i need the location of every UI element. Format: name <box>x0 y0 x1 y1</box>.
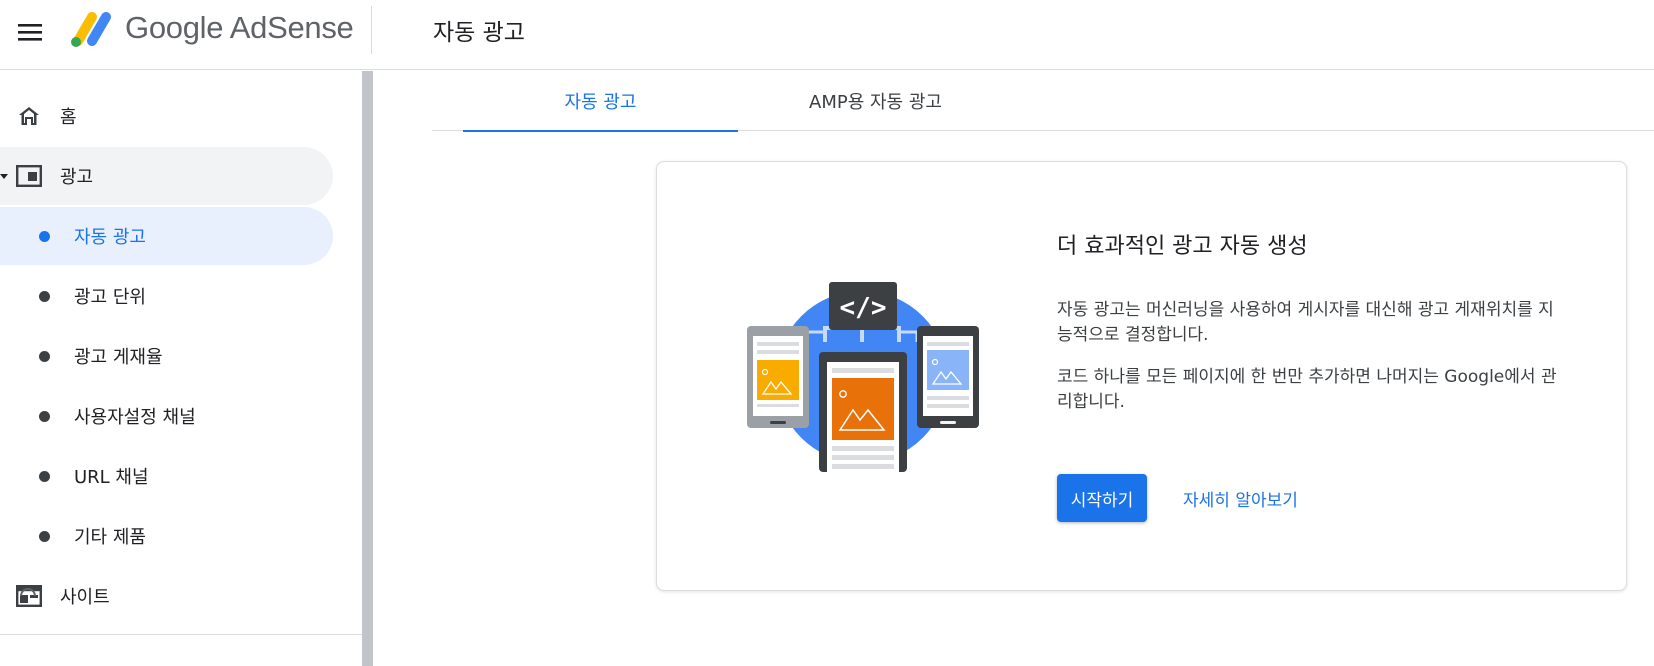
page-title: 자동 광고 <box>433 20 525 46</box>
sidebar-item-other-products[interactable]: 기타 제품 <box>0 507 333 565</box>
home-icon <box>16 103 42 129</box>
card-description: 자동 광고는 머신러닝을 사용하여 게시자를 대신해 광고 게재위치를 지능적으… <box>1057 300 1554 345</box>
bullet-dot-icon <box>39 411 50 422</box>
auto-ads-illustration: </> <box>747 282 979 472</box>
hamburger-menu-icon <box>18 24 42 41</box>
card-description: 코드 하나를 모든 페이지에 한 번만 추가하면 나머지는 Google에서 관… <box>1057 367 1557 412</box>
sidebar-item-label: 광고 단위 <box>74 287 146 308</box>
get-started-button[interactable]: 시작하기 <box>1057 474 1147 522</box>
sidebar-scrollbar[interactable] <box>362 71 373 666</box>
bullet-dot-icon <box>39 471 50 482</box>
sidebar-item-label: 홈 <box>60 107 77 128</box>
sidebar-item-custom-channels[interactable]: 사용자설정 채널 <box>0 387 333 445</box>
sidebar-item-label: 광고 <box>60 167 94 188</box>
sidebar-item-ad-balance[interactable]: 광고 게재율 <box>0 327 333 385</box>
ads-icon <box>16 163 42 189</box>
code-badge-label: </> <box>840 293 887 323</box>
sidebar-item-label: 자동 광고 <box>74 227 146 248</box>
sidebar-divider <box>0 634 362 635</box>
bullet-dot-icon <box>39 291 50 302</box>
card-heading: 더 효과적인 광고 자동 생성 <box>1057 234 1308 259</box>
bullet-dot-icon <box>39 231 50 242</box>
top-app-bar: Google AdSense 자동 광고 <box>0 0 1654 70</box>
tab-bar: 자동 광고 AMP용 자동 광고 <box>432 71 1654 132</box>
sidebar-item-label: 광고 게재율 <box>74 347 163 368</box>
tab-auto-ads[interactable]: 자동 광고 <box>463 71 738 132</box>
main-menu-button[interactable] <box>14 16 46 48</box>
adsense-logo-icon[interactable] <box>68 10 114 48</box>
bullet-dot-icon <box>39 351 50 362</box>
sidebar-item-home[interactable]: 홈 <box>0 87 330 145</box>
sidebar-item-label: 기타 제품 <box>74 527 146 548</box>
sidebar-item-ads[interactable]: 광고 <box>0 147 333 205</box>
caret-down-icon <box>0 174 8 179</box>
bullet-dot-icon <box>39 531 50 542</box>
sidebar-item-label: 사이트 <box>60 587 110 608</box>
sidebar-item-url-channels[interactable]: URL 채널 <box>0 447 333 505</box>
sidebar-item-auto-ads[interactable]: 자동 광고 <box>0 207 333 265</box>
sidebar-item-label: URL 채널 <box>74 467 149 488</box>
auto-ads-intro-card: </> 더 효과적인 광고 자동 생성 자동 광고는 머신러닝을 사용하여 게시… <box>656 161 1627 591</box>
tab-amp-auto-ads[interactable]: AMP용 자동 광고 <box>738 71 1013 131</box>
sidebar-item-ad-units[interactable]: 광고 단위 <box>0 267 333 325</box>
topbar-divider <box>371 6 372 54</box>
sidebar-nav: 홈 광고 자동 광고 광고 단위 광고 게재율 사용자설정 채널 URL 채널 … <box>0 71 362 666</box>
product-name: Google AdSense <box>125 10 354 45</box>
sidebar-item-label: 사용자설정 채널 <box>74 407 196 428</box>
sites-icon <box>16 583 42 609</box>
learn-more-link[interactable]: 자세히 알아보기 <box>1183 474 1298 522</box>
sidebar-item-sites[interactable]: 사이트 <box>0 567 333 625</box>
